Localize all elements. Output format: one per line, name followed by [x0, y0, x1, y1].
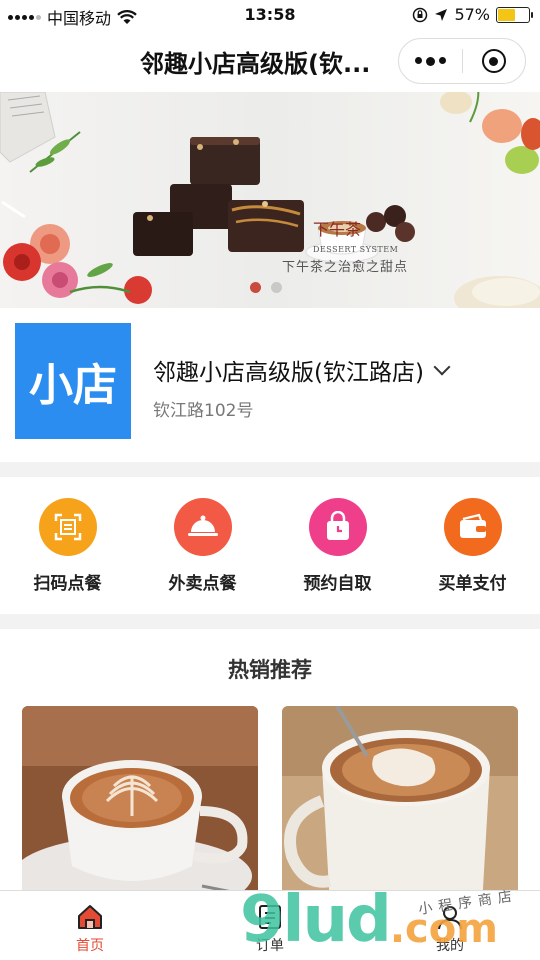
- target-icon: [481, 49, 506, 73]
- product-card[interactable]: [22, 706, 258, 906]
- action-pay-bill[interactable]: 买单支付: [405, 477, 540, 614]
- location-arrow-icon: [435, 8, 448, 21]
- order-icon: [259, 905, 281, 929]
- action-label: 预约自取: [303, 574, 372, 594]
- nav-bar: 邻趣小店高级版(钦...: [0, 30, 540, 92]
- tab-home[interactable]: 首页: [0, 891, 180, 960]
- chevron-down-icon: [433, 358, 451, 376]
- mini-program-capsule: [398, 38, 526, 84]
- tab-label: 我的: [436, 938, 464, 954]
- shop-info[interactable]: 小店 邻趣小店高级版(钦江路店) 钦江路102号: [0, 308, 540, 462]
- status-bar: 中国移动 13:58 57%: [0, 0, 540, 30]
- product-card[interactable]: [282, 706, 518, 906]
- shop-name-selector[interactable]: 邻趣小店高级版(钦江路店): [153, 353, 451, 387]
- action-label: 买单支付: [438, 574, 507, 594]
- more-button[interactable]: [399, 39, 462, 83]
- tab-orders[interactable]: 订单: [180, 891, 360, 960]
- shop-logo: 小店: [15, 323, 131, 439]
- tab-label: 订单: [256, 938, 284, 954]
- shopping-bag-clock-icon: [308, 498, 367, 556]
- action-takeout-order[interactable]: 外卖点餐: [135, 477, 270, 614]
- home-icon: [78, 905, 102, 929]
- action-scan-order[interactable]: 扫码点餐: [0, 477, 135, 614]
- shop-address: 钦江路102号: [153, 401, 254, 421]
- section-title: 热销推荐: [228, 658, 312, 682]
- latte-art-image: [22, 706, 258, 906]
- banner-subtitle: 下午茶之治愈之甜点: [282, 260, 409, 275]
- more-dots-icon: [414, 56, 446, 66]
- banner-en-title: DESSERT SYSTEM: [313, 245, 399, 254]
- carousel-indicators: [250, 282, 282, 293]
- action-label: 外卖点餐: [168, 574, 237, 594]
- orientation-lock-icon: [413, 7, 428, 22]
- close-mini-program-button[interactable]: [463, 39, 526, 83]
- tab-label: 首页: [76, 938, 104, 954]
- status-right: 57%: [412, 5, 533, 24]
- wallet-icon: [443, 498, 502, 556]
- banner-carousel[interactable]: 下午茶 DESSERT SYSTEM 下午茶之治愈之甜点: [0, 92, 540, 308]
- action-label: 扫码点餐: [33, 574, 102, 594]
- scan-icon: [38, 498, 97, 556]
- carousel-dot[interactable]: [271, 282, 282, 293]
- banner-image: [0, 92, 540, 308]
- page-title: 邻趣小店高级版(钦...: [140, 50, 371, 78]
- food-cover-icon: [173, 498, 232, 556]
- carousel-dot[interactable]: [250, 282, 261, 293]
- battery-level: [498, 8, 516, 21]
- cappuccino-image: [282, 706, 518, 906]
- shop-name: 邻趣小店高级版(钦江路店): [153, 360, 424, 386]
- battery-percent: 57%: [454, 5, 490, 24]
- quick-actions: 扫码点餐 外卖点餐 预约自取 买单支付: [0, 477, 540, 614]
- banner-title: 下午茶: [313, 220, 362, 239]
- battery-icon: [496, 6, 533, 23]
- action-reserve-pickup[interactable]: 预约自取: [270, 477, 405, 614]
